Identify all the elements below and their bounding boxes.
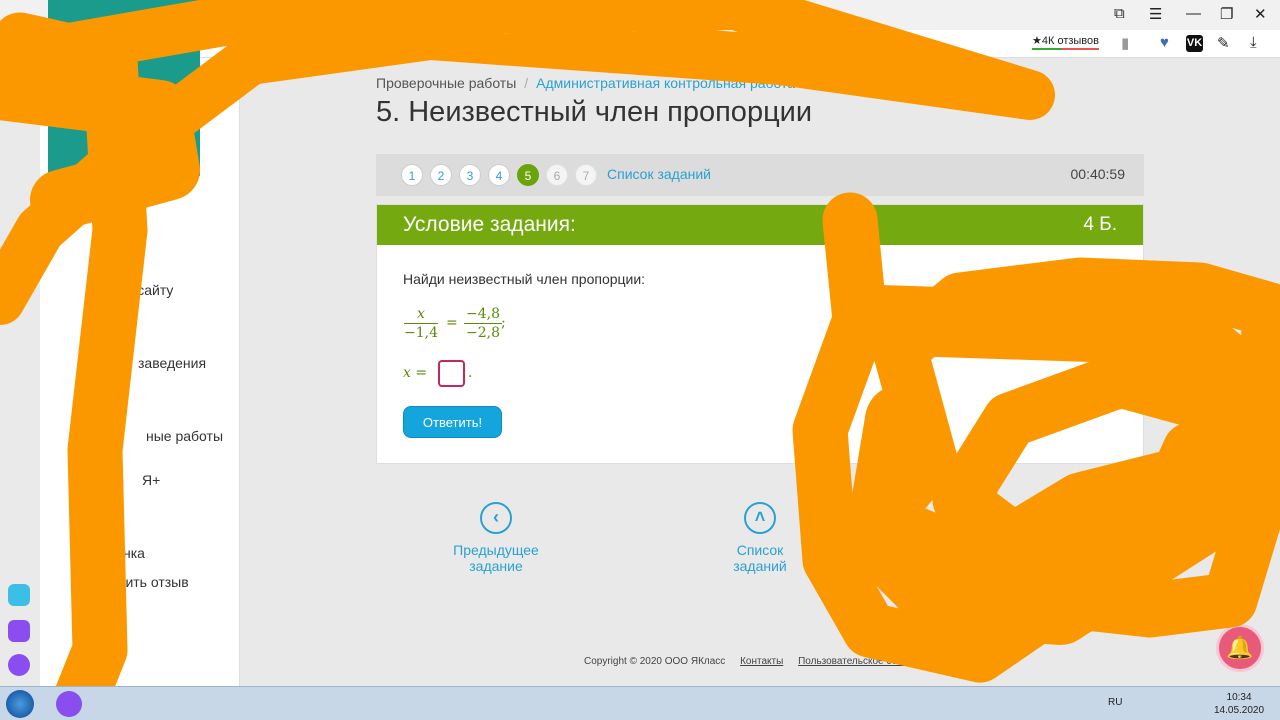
clock-time: 10:34 — [1226, 692, 1252, 703]
chevron-up-icon[interactable]: ˄ — [744, 502, 776, 534]
sidebar-header: ◐ Мой профиль ◧ Выйти — [48, 0, 200, 176]
start-button[interactable] — [6, 690, 34, 718]
left-fraction: x −1,4 — [404, 305, 438, 342]
download-icon[interactable]: ⤓ — [1250, 34, 1257, 51]
taskbar: RU 10:34 14.05.2020 — [0, 686, 1280, 720]
minimize-button[interactable]: — — [1186, 5, 1201, 22]
reviews-badge[interactable]: ★4К отзывов — [1032, 34, 1099, 50]
answer-period: . — [468, 365, 473, 381]
answer-label: x = — [403, 365, 428, 381]
breadcrumb-separator: / — [524, 75, 529, 91]
breadcrumb: Проверочные работы / Административная конт… — [376, 75, 795, 91]
alice-icon[interactable] — [8, 654, 30, 676]
sidebar-item-5[interactable]: Я+ — [142, 472, 160, 488]
clock[interactable]: 10:34 14.05.2020 — [1214, 691, 1264, 717]
close-button[interactable]: ✕ — [1254, 5, 1267, 23]
taskbar-app-icon[interactable] — [56, 691, 82, 717]
timer: 00:40:59 — [1070, 166, 1126, 182]
right-denominator: −2,8 — [466, 325, 500, 341]
task-card-header: Условие задания: 4 Б. — [377, 205, 1143, 245]
logout-label: Выйти — [128, 148, 169, 162]
vk-icon[interactable]: VK — [1186, 35, 1203, 52]
page-6-button[interactable]: 6 — [546, 164, 568, 186]
task-list-nav-label[interactable]: Список заданий — [710, 542, 810, 574]
terms-link[interactable]: Пользовательское соглашение — [798, 656, 942, 667]
bag-icon[interactable] — [8, 620, 30, 642]
task-list-nav[interactable]: ˄ Список заданий — [710, 502, 810, 574]
page-5-button[interactable]: 5 — [517, 164, 539, 186]
answer-input[interactable] — [438, 360, 465, 387]
breadcrumb-current[interactable]: Административная контрольная работа — [536, 75, 795, 91]
left-numerator: x — [404, 305, 438, 324]
copyright: Copyright © 2020 ООО ЯКласс — [584, 656, 726, 667]
task-condition-title: Условие задания: — [403, 213, 576, 236]
logout-link[interactable]: ◧ Выйти — [114, 148, 168, 162]
menu-icon[interactable]: ☰ — [1149, 5, 1162, 23]
send-icon[interactable] — [8, 584, 30, 606]
restore-button[interactable]: ❐ — [1220, 5, 1233, 23]
submit-button[interactable]: Ответить! — [403, 406, 502, 438]
heart-icon[interactable]: ♥ — [1160, 34, 1169, 51]
right-numerator: −4,8 — [464, 306, 502, 324]
sidebar-item-7[interactable]: вить отзыв — [118, 574, 189, 590]
left-denominator: −1,4 — [404, 325, 438, 341]
task-list-link[interactable]: Список заданий — [607, 166, 711, 182]
breadcrumb-root[interactable]: Проверочные работы — [376, 75, 516, 91]
task-navigation: 1 2 3 4 5 6 7 Список заданий 00:40:59 — [376, 154, 1144, 196]
page-title: 5. Неизвестный член пропорции — [376, 96, 813, 128]
prev-task-nav[interactable]: ‹ Предыдущее задание — [428, 502, 564, 574]
task-card: Условие задания: 4 Б. Найди неизвестный … — [376, 204, 1144, 464]
contacts-link[interactable]: Контакты — [740, 656, 783, 667]
prev-task-label[interactable]: Предыдущее задание — [428, 542, 564, 574]
right-fraction: −4,8 −2,8 — [464, 305, 502, 342]
language-indicator[interactable]: RU — [1108, 697, 1122, 708]
clock-date: 14.05.2020 — [1214, 705, 1265, 716]
chevron-left-icon[interactable]: ‹ — [480, 502, 512, 534]
equals-sign: = — [446, 315, 458, 331]
sidebar-item-6[interactable]: нка — [123, 545, 145, 561]
footer: Copyright © 2020 ООО ЯКласс Контакты Пол… — [584, 656, 942, 667]
sidebar-item-1[interactable]: ю — [115, 255, 126, 271]
sidebar-item-2[interactable]: по сайту — [118, 282, 173, 298]
sidebar-item-4[interactable]: ные работы — [146, 428, 223, 444]
bookmark-icon[interactable]: ▮ — [1121, 34, 1129, 52]
page-3-button[interactable]: 3 — [459, 164, 481, 186]
page-1-button[interactable]: 1 — [401, 164, 423, 186]
sidebar-item-3[interactable]: заведения — [138, 355, 206, 371]
tabs-icon[interactable]: ⧉ — [1114, 5, 1125, 22]
page-4-button[interactable]: 4 — [488, 164, 510, 186]
page-7-button[interactable]: 7 — [575, 164, 597, 186]
task-points: 4 Б. — [1083, 214, 1117, 235]
bell-icon[interactable]: 🔔 — [1216, 624, 1264, 672]
page-2-button[interactable]: 2 — [430, 164, 452, 186]
equation-semicolon: ; — [501, 315, 506, 331]
chat-icon[interactable]: ✎ — [1217, 34, 1230, 52]
task-prompt: Найди неизвестный член пропорции: — [403, 271, 646, 287]
